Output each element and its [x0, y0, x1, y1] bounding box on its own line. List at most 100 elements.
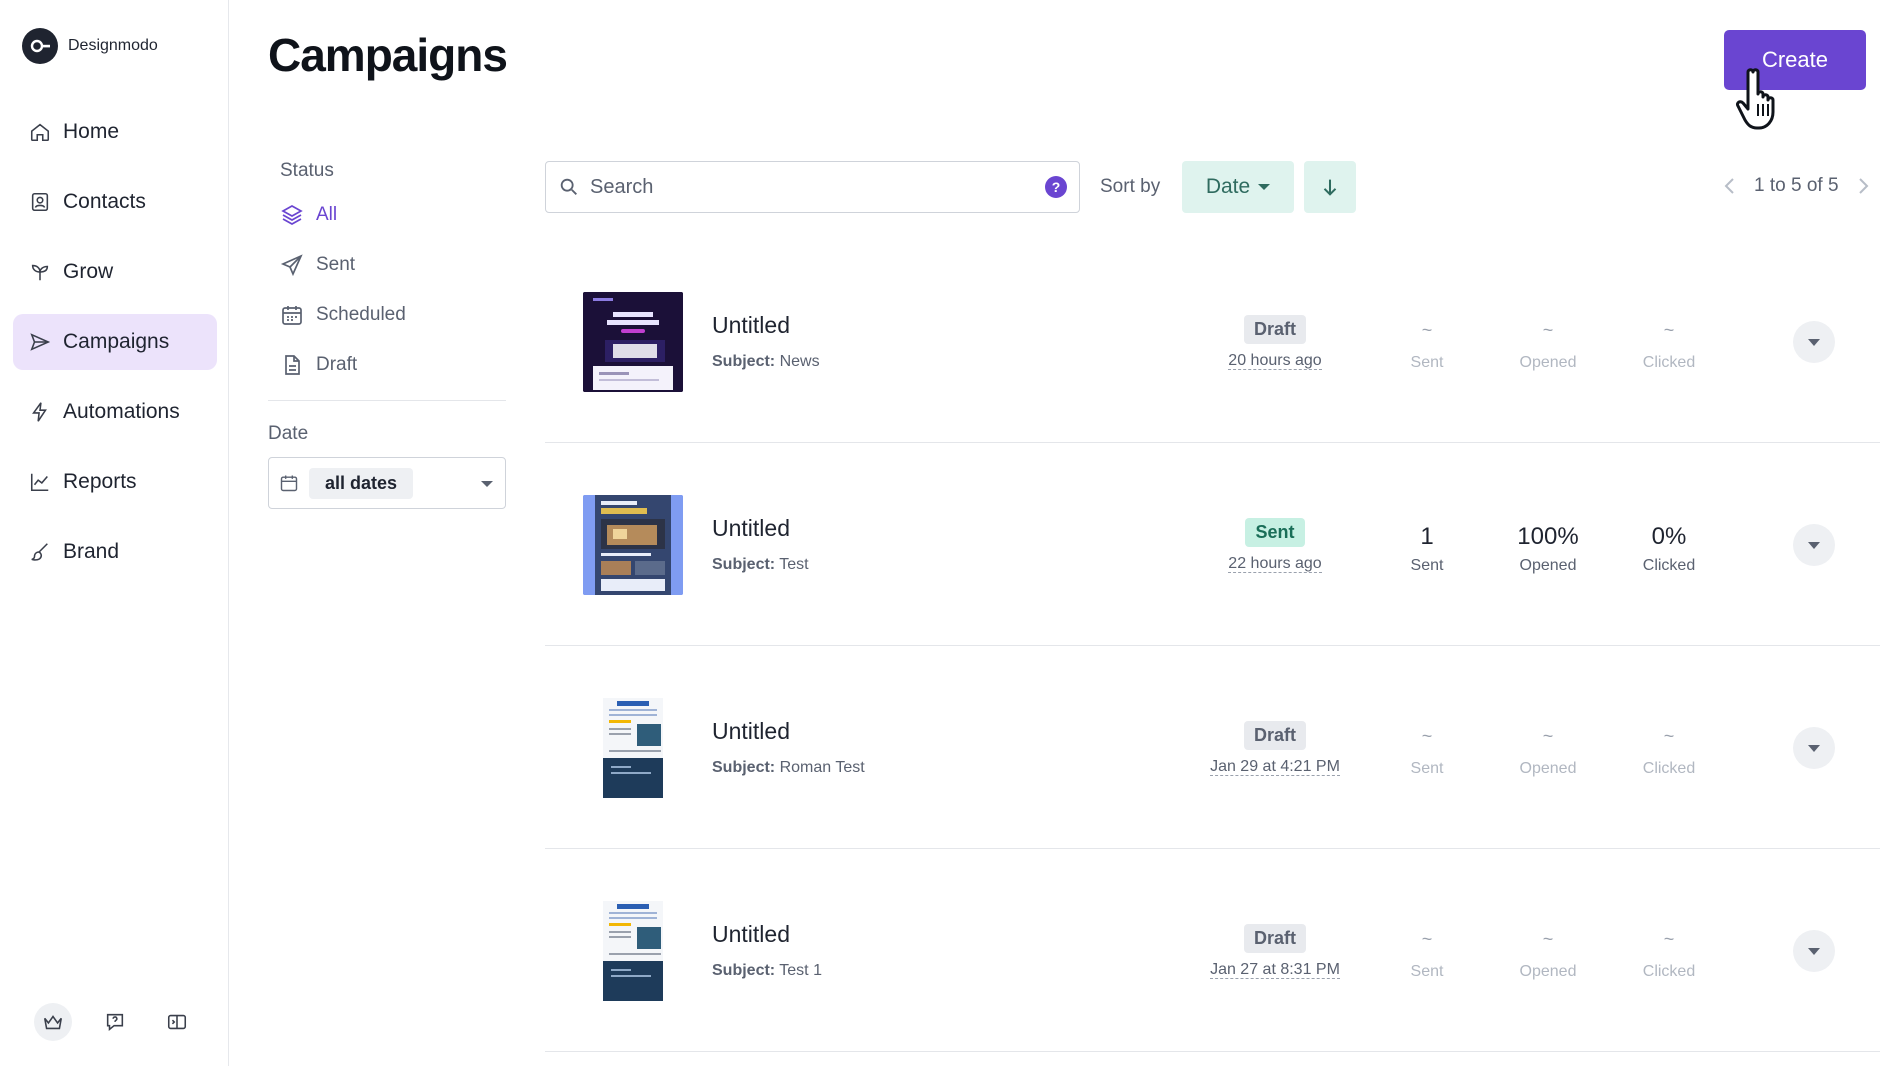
brand[interactable]: Designmodo: [22, 28, 158, 64]
filter-label: All: [316, 204, 338, 225]
status-time-text: Jan 27 at 8:31 PM: [1210, 961, 1340, 979]
sidebar-item-reports[interactable]: Reports: [13, 454, 217, 510]
status-heading: Status: [280, 160, 334, 181]
page-title: Campaigns: [268, 29, 508, 81]
campaign-row[interactable]: Untitled Subject: Test Sent 22 hours ago…: [545, 443, 1880, 646]
sidebar: Designmodo Home Contacts Grow Campaigns …: [0, 0, 229, 1066]
campaign-thumbnail[interactable]: [583, 901, 683, 1001]
brush-icon: [31, 543, 48, 561]
sidebar-item-contacts[interactable]: Contacts: [13, 174, 217, 230]
calendar-icon: [280, 475, 298, 492]
sidebar-item-home[interactable]: Home: [13, 104, 217, 160]
campaign-row[interactable]: Untitled Subject: News Draft 20 hours ag…: [545, 240, 1880, 443]
campaign-thumbnail[interactable]: [583, 698, 683, 798]
sprout-icon: [31, 264, 49, 281]
filter-scheduled[interactable]: Scheduled: [280, 300, 506, 330]
sidebar-item-brand[interactable]: Brand: [13, 524, 217, 580]
stat-label: Sent: [1410, 760, 1444, 777]
filter-label: Scheduled: [316, 304, 406, 325]
campaign-title[interactable]: Untitled: [712, 718, 790, 745]
status-badge: Sent: [1245, 518, 1305, 547]
sort-direction-button[interactable]: [1304, 161, 1356, 213]
stat-value: ~: [1421, 320, 1433, 340]
layers-icon: [281, 205, 303, 225]
status-badge: Draft: [1243, 315, 1306, 344]
stat-label: Sent: [1410, 963, 1444, 980]
status-time-text: 20 hours ago: [1228, 352, 1322, 370]
stat-label: Clicked: [1642, 963, 1696, 980]
status-badge-wrap: Draft: [1205, 315, 1345, 344]
chevron-right-icon[interactable]: [1853, 174, 1873, 198]
status-badge: Draft: [1243, 924, 1306, 953]
help-button[interactable]: [96, 1003, 134, 1041]
sort-field-dropdown[interactable]: Date: [1182, 161, 1294, 213]
sidebar-item-campaigns[interactable]: Campaigns: [13, 314, 217, 370]
upgrade-button[interactable]: [34, 1003, 72, 1041]
campaign-row[interactable]: Untitled Subject: Test 1 Draft Jan 27 at…: [545, 849, 1880, 1052]
brand-name: Designmodo: [68, 37, 158, 54]
row-actions-button[interactable]: [1793, 930, 1835, 972]
sidebar-item-automations[interactable]: Automations: [13, 384, 217, 440]
campaign-title[interactable]: Untitled: [712, 921, 790, 948]
sidebar-nav: Home Contacts Grow Campaigns Automations…: [13, 104, 217, 594]
row-actions-button[interactable]: [1793, 321, 1835, 363]
status-time: Jan 29 at 4:21 PM: [1175, 758, 1375, 776]
campaign-title[interactable]: Untitled: [712, 312, 790, 339]
stat-label: Sent: [1410, 354, 1444, 371]
campaign-list: Untitled Subject: News Draft 20 hours ag…: [545, 240, 1880, 1052]
stat-value: ~: [1542, 726, 1554, 746]
send-icon: [30, 333, 51, 351]
stat-value: 1: [1420, 523, 1434, 550]
row-actions-button[interactable]: [1793, 727, 1835, 769]
stat-label: Clicked: [1642, 557, 1696, 574]
filters-panel: Status All Sent Scheduled Draft Date all…: [268, 160, 506, 509]
subject-value: Test 1: [779, 962, 822, 979]
chevron-left-icon[interactable]: [1720, 174, 1740, 198]
search-box: ?: [545, 161, 1080, 213]
campaign-thumbnail[interactable]: [583, 292, 683, 392]
status-time: 22 hours ago: [1175, 555, 1375, 573]
sidebar-item-label: Brand: [63, 540, 120, 563]
calendar-icon: [282, 306, 302, 325]
stat-clicked: 0% Clicked: [1614, 523, 1724, 575]
filter-draft[interactable]: Draft: [280, 350, 506, 380]
sidebar-item-grow[interactable]: Grow: [13, 244, 217, 300]
subject-value: Roman Test: [779, 759, 865, 776]
filter-all[interactable]: All: [280, 200, 506, 230]
stat-value: 0%: [1651, 523, 1687, 550]
stat-value: ~: [1663, 726, 1675, 746]
sidebar-item-label: Grow: [63, 260, 114, 283]
status-badge: Draft: [1243, 721, 1306, 750]
pagination: 1 to 5 of 5: [1720, 174, 1873, 198]
stat-opened: 100% Opened: [1493, 523, 1603, 575]
subject-label: Subject:: [712, 353, 776, 370]
app-root: Designmodo Home Contacts Grow Campaigns …: [0, 0, 1901, 1066]
crown-icon: [43, 1015, 63, 1030]
sort-field-value: Date: [1205, 175, 1251, 198]
stat-clicked: ~ Clicked: [1614, 929, 1724, 981]
stat-clicked: ~ Clicked: [1614, 726, 1724, 778]
date-filter-select[interactable]: all dates: [268, 457, 506, 509]
stat-label: Opened: [1519, 557, 1577, 574]
chart-icon: [30, 473, 49, 492]
collapse-sidebar-button[interactable]: [158, 1003, 196, 1041]
stat-value: ~: [1542, 929, 1554, 949]
row-actions-button[interactable]: [1793, 524, 1835, 566]
subject-value: Test: [779, 556, 809, 573]
stat-clicked: ~ Clicked: [1614, 320, 1724, 372]
filter-divider: [268, 400, 506, 401]
status-badge-wrap: Draft: [1205, 721, 1345, 750]
stat-value: 100%: [1517, 523, 1579, 550]
campaign-row[interactable]: Untitled Subject: Roman Test Draft Jan 2…: [545, 646, 1880, 849]
campaign-thumbnail[interactable]: [583, 495, 683, 595]
search-help-icon[interactable]: ?: [1045, 176, 1067, 198]
stat-label: Opened: [1519, 354, 1577, 371]
stat-sent: ~ Sent: [1372, 726, 1482, 778]
brand-logo-icon: [22, 28, 58, 64]
campaign-title[interactable]: Untitled: [712, 515, 790, 542]
sort-label: Sort by: [1100, 176, 1161, 197]
search-input[interactable]: [590, 175, 1035, 199]
bolt-icon: [32, 402, 47, 422]
filter-sent[interactable]: Sent: [280, 250, 506, 280]
stat-sent: ~ Sent: [1372, 320, 1482, 372]
